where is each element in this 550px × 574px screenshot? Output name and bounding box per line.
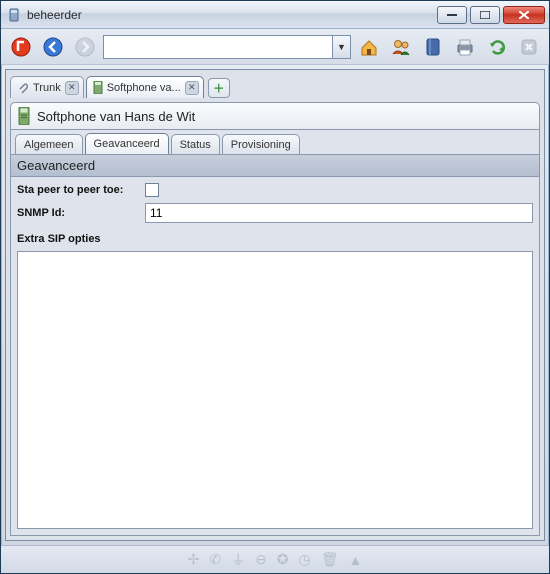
page-header: Softphone van Hans de Wit [10, 102, 540, 130]
tab-label: Algemeen [24, 139, 74, 151]
input-snmp-id[interactable] [145, 203, 533, 223]
warning-icon: ▲ [349, 552, 363, 568]
stop-button[interactable] [515, 33, 543, 61]
address-dropdown-button[interactable]: ▼ [333, 35, 351, 59]
section-panel: Geavanceerd Sta peer to peer toe: SNMP I… [10, 154, 540, 536]
plug-icon: ⏚ [231, 550, 245, 570]
maximize-button[interactable] [470, 6, 500, 24]
home-button[interactable] [355, 33, 383, 61]
shuffle-icon: ✢ [188, 551, 200, 568]
clock-icon: ◷ [299, 551, 311, 568]
app-icon [7, 8, 21, 22]
page-title: Softphone van Hans de Wit [37, 109, 195, 124]
globe-icon: ✪ [277, 551, 289, 568]
document-tab-close-button[interactable]: ✕ [185, 81, 199, 95]
document-tab-trunk[interactable]: Trunk ✕ [10, 76, 84, 98]
tab-label: Geavanceerd [94, 138, 160, 150]
close-button[interactable] [503, 6, 545, 24]
titlebar: beheerder [1, 1, 549, 29]
panel-heading: Geavanceerd [11, 155, 539, 177]
phone-icon [93, 81, 103, 94]
minus-circle-icon: ⊖ [255, 551, 267, 568]
clip-icon [17, 82, 29, 94]
address-bar: ▼ [103, 35, 351, 59]
print-button[interactable] [451, 33, 479, 61]
bottom-toolbar: ✢ ✆ ⏚ ⊖ ✪ ◷ 🗑 ▲ [1, 545, 549, 573]
trash-icon: 🗑 [321, 551, 339, 568]
document-tab-label: Trunk [33, 82, 61, 94]
row-snmp-id: SNMP Id: [17, 203, 533, 223]
row-peer-to-peer: Sta peer to peer toe: [17, 183, 533, 197]
add-document-tab-button[interactable]: ＋ [208, 78, 230, 98]
document-tab-softphone[interactable]: Softphone va... ✕ [86, 76, 204, 98]
form-area: Sta peer to peer toe: SNMP Id: Extra SIP… [11, 177, 539, 535]
section-tab-strip: Algemeen Geavanceerd Status Provisioning [10, 130, 540, 154]
tab-provisioning[interactable]: Provisioning [222, 134, 300, 154]
label-snmp-id: SNMP Id: [17, 207, 137, 219]
tab-label: Status [180, 139, 211, 151]
tab-geavanceerd[interactable]: Geavanceerd [85, 133, 169, 154]
app-window: beheerder ▼ [0, 0, 550, 574]
handset-icon: ✆ [209, 551, 221, 568]
client-area: Trunk ✕ Softphone va... ✕ ＋ Softphone va… [5, 69, 545, 541]
window-buttons [437, 6, 545, 24]
document-tab-close-button[interactable]: ✕ [65, 81, 79, 95]
address-input[interactable] [103, 35, 333, 59]
phone-icon [17, 107, 31, 125]
window-title: beheerder [27, 8, 437, 22]
textarea-extra-sip[interactable] [17, 251, 533, 529]
label-extra-sip: Extra SIP opties [17, 233, 533, 245]
document-tab-strip: Trunk ✕ Softphone va... ✕ ＋ [10, 74, 540, 98]
home-red-button[interactable] [7, 33, 35, 61]
back-button[interactable] [39, 33, 67, 61]
tab-label: Provisioning [231, 139, 291, 151]
toolbar: ▼ [1, 29, 549, 65]
refresh-button[interactable] [483, 33, 511, 61]
checkbox-peer-to-peer[interactable] [145, 183, 159, 197]
label-peer-to-peer: Sta peer to peer toe: [17, 184, 137, 196]
document-tab-label: Softphone va... [107, 82, 181, 94]
users-button[interactable] [387, 33, 415, 61]
minimize-button[interactable] [437, 6, 467, 24]
tab-status[interactable]: Status [171, 134, 220, 154]
book-button[interactable] [419, 33, 447, 61]
forward-button[interactable] [71, 33, 99, 61]
tab-algemeen[interactable]: Algemeen [15, 134, 83, 154]
